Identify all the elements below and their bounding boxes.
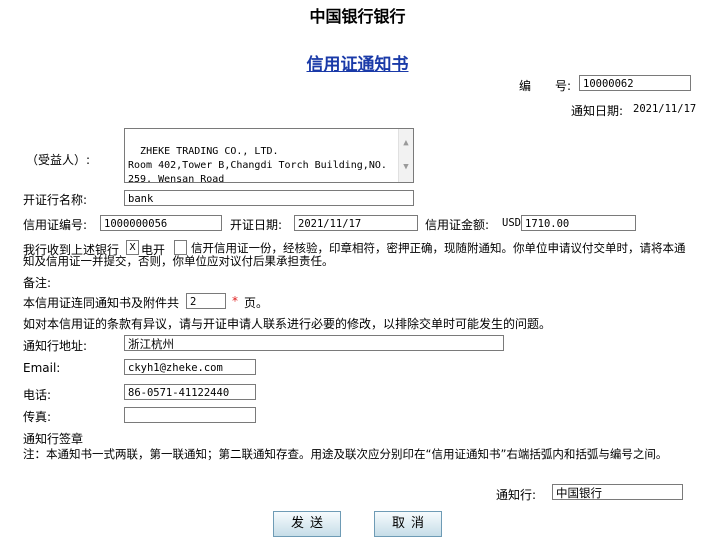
lc-amount-field[interactable]: 1710.00 [521,215,636,231]
issuing-bank-field[interactable]: bank [124,190,414,206]
required-mark: * [232,294,238,308]
scroll-down-icon[interactable]: ▼ [400,161,412,173]
cancel-button[interactable]: 取消 [374,511,442,537]
issuing-bank-label: 开证行名称: [23,193,88,207]
advising-address-field[interactable]: 浙江杭州 [124,335,504,351]
beneficiary-label: （受益人）: [26,153,91,167]
bank-name-title: 中国银行银行 [309,7,406,26]
fax-field[interactable] [124,407,256,423]
objection-text: 如对本信用证的条款有异议，请与开证申请人联系进行必要的修改，以排除交单时可能发生… [23,317,552,331]
advising-address-label: 通知行地址: [23,339,88,353]
number-field[interactable]: 10000062 [579,75,691,91]
document-title: 信用证通知书 [306,55,409,75]
currency-code: USD [502,217,521,229]
attachment-text-before: 本信用证连同通知书及附件共 [23,296,180,310]
advising-bank-field[interactable]: 中国银行 [552,484,683,500]
signature-label: 通知行签章 [23,432,84,446]
lc-amount-label: 信用证金额: [425,218,490,232]
note-text: 注：本通知书一式两联，第一联通知；第二联通知存查。用途及联次应分别印在“信用证通… [23,447,668,461]
attachment-pages-field[interactable]: 2 [186,293,226,309]
remarks-label: 备注: [23,276,52,290]
issue-date-label: 开证日期: [230,218,283,232]
beneficiary-address-textarea[interactable]: ZHEKE TRADING CO., LTD. Room 402,Tower B… [124,128,414,183]
advising-bank-label: 通知行: [496,488,537,502]
notify-date-value: 2021/11/17 [633,103,697,115]
email-label: Email: [23,361,61,375]
email-field[interactable]: ckyh1@zheke.com [124,359,256,375]
beneficiary-address-text: ZHEKE TRADING CO., LTD. Room 402,Tower B… [128,146,387,183]
send-button[interactable]: 发送 [273,511,341,537]
issue-date-field[interactable]: 2021/11/17 [294,215,418,231]
notice-text-after: 信开信用证一份，经核验，印章相符，密押正确，现随附通知。你单位申请议付交单时，请… [23,241,686,268]
textarea-scrollbar[interactable]: ▲ ▼ [398,129,413,182]
fax-label: 传真: [23,410,52,424]
lc-number-label: 信用证编号: [23,218,88,232]
lc-number-field[interactable]: 1000000056 [100,215,222,231]
number-label: 编 号: [519,79,572,93]
phone-field[interactable]: 86-0571-41122440 [124,384,256,400]
scroll-up-icon[interactable]: ▲ [400,137,412,149]
attachment-text-after: 页。 [244,296,269,310]
notify-date-label: 通知日期: [571,104,624,118]
phone-label: 电话: [23,388,52,402]
